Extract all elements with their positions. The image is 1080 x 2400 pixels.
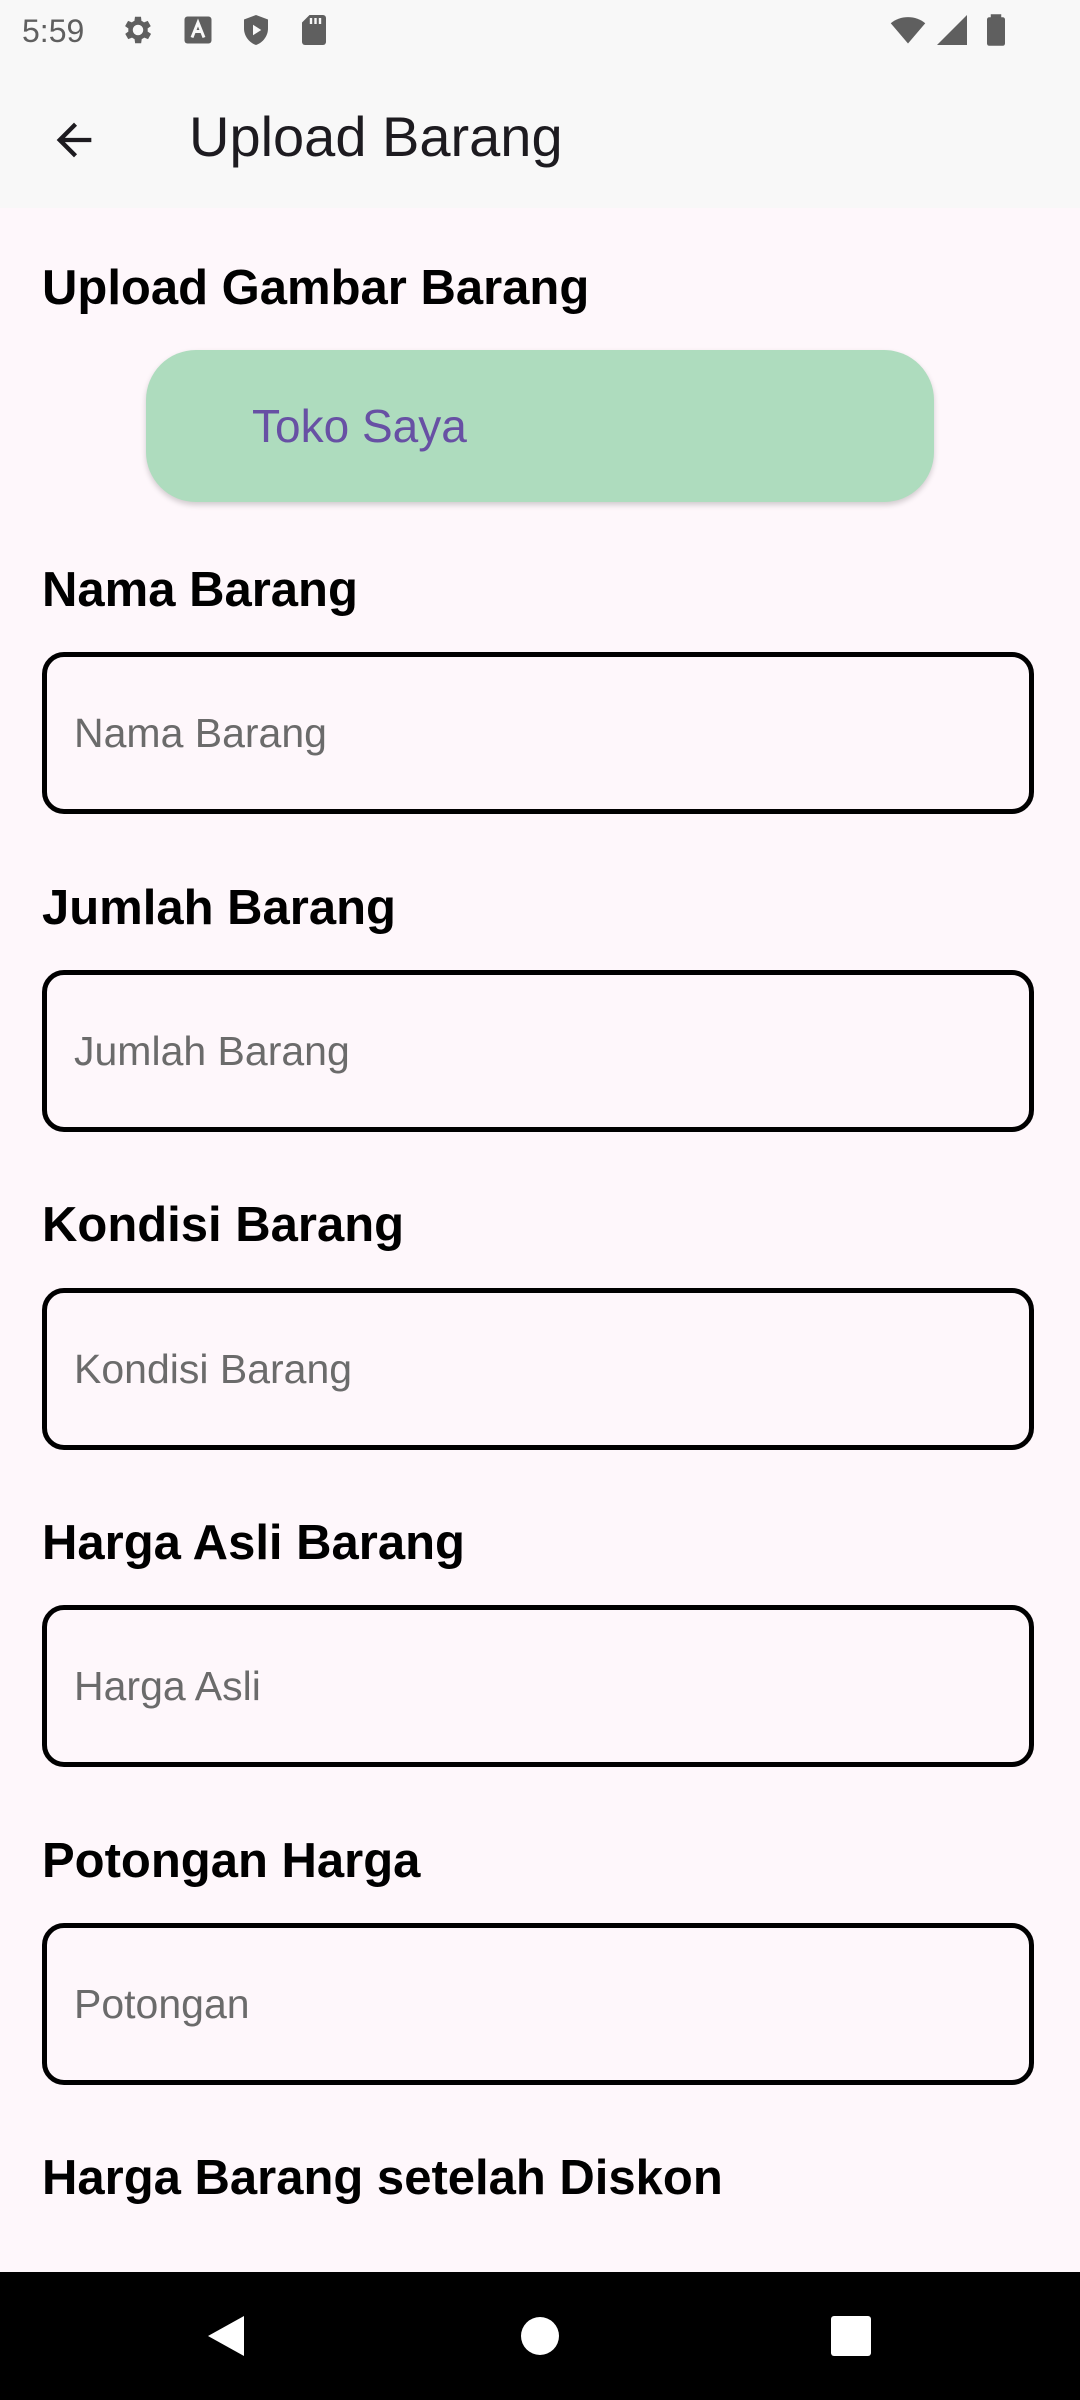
upload-form: Upload Gambar Barang Toko Saya Nama Bara… bbox=[0, 208, 1080, 2272]
discount-label: Potongan Harga bbox=[42, 1834, 421, 1888]
shop-button[interactable]: Toko Saya bbox=[146, 350, 934, 502]
battery-icon bbox=[978, 12, 1014, 48]
condition-field[interactable] bbox=[74, 1293, 1004, 1445]
original-price-field[interactable] bbox=[74, 1610, 1004, 1762]
back-triangle-icon bbox=[208, 2316, 244, 2356]
arrow-back-icon bbox=[56, 122, 92, 158]
text-a-icon bbox=[180, 12, 216, 48]
home-circle-icon bbox=[521, 2317, 559, 2355]
original-price-field-box[interactable] bbox=[42, 1605, 1034, 1767]
wifi-icon bbox=[890, 12, 926, 48]
upload-image-label: Upload Gambar Barang bbox=[42, 261, 590, 315]
item-name-field[interactable] bbox=[74, 657, 1004, 809]
condition-label: Kondisi Barang bbox=[42, 1198, 405, 1252]
system-nav-bar bbox=[0, 2272, 1080, 2400]
status-bar: 5:59 bbox=[0, 0, 1080, 62]
app-bar: Upload Barang bbox=[0, 62, 1080, 208]
nav-recents-button[interactable] bbox=[811, 2296, 891, 2376]
sd-card-icon bbox=[296, 12, 332, 48]
nav-home-button[interactable] bbox=[500, 2296, 580, 2376]
item-name-field-box[interactable] bbox=[42, 652, 1034, 814]
discount-field-box[interactable] bbox=[42, 1923, 1034, 2085]
price-after-discount-label: Harga Barang setelah Diskon bbox=[42, 2151, 723, 2205]
status-time: 5:59 bbox=[22, 13, 85, 49]
back-button[interactable] bbox=[34, 100, 114, 180]
upload-barang-screen: 5:59 Upload Barang Upload Gambar Barang … bbox=[0, 0, 1080, 2400]
signal-icon bbox=[934, 12, 970, 48]
shop-button-label: Toko Saya bbox=[252, 400, 467, 452]
quantity-field-box[interactable] bbox=[42, 970, 1034, 1132]
item-name-label: Nama Barang bbox=[42, 563, 358, 617]
original-price-label: Harga Asli Barang bbox=[42, 1516, 465, 1570]
shield-play-icon bbox=[238, 12, 274, 48]
page-title: Upload Barang bbox=[189, 105, 563, 168]
quantity-label: Jumlah Barang bbox=[42, 881, 396, 935]
condition-field-box[interactable] bbox=[42, 1288, 1034, 1450]
nav-back-button[interactable] bbox=[186, 2296, 266, 2376]
recents-square-icon bbox=[831, 2316, 871, 2356]
gear-icon bbox=[120, 12, 156, 48]
quantity-field[interactable] bbox=[74, 975, 1004, 1127]
discount-field[interactable] bbox=[74, 1928, 1004, 2080]
